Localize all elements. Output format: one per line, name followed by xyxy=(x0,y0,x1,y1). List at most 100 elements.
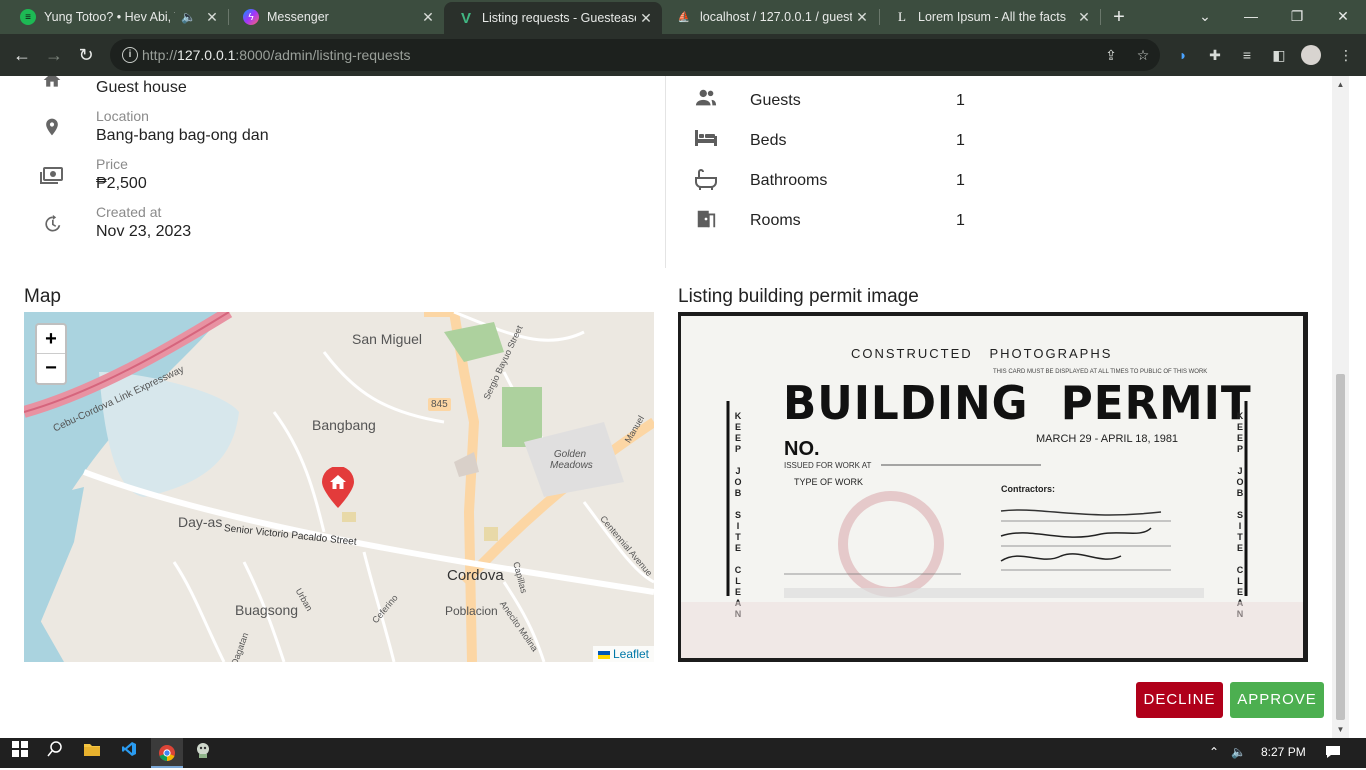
browser-edge xyxy=(1349,76,1366,738)
url-text[interactable]: http://127.0.0.1:8000/admin/listing-requ… xyxy=(142,47,411,63)
map-attribution[interactable]: Leaflet xyxy=(592,646,654,662)
restore-button[interactable]: ❐ xyxy=(1274,0,1320,34)
location-map[interactable]: San Miguel Bangbang 845 Sergio Bayuo Str… xyxy=(24,312,654,662)
location-pin-icon xyxy=(40,116,64,140)
bookmark-star-icon[interactable]: ☆ xyxy=(1134,46,1152,64)
search-icon[interactable] xyxy=(43,741,67,765)
tab-search-icon[interactable]: ⌄ xyxy=(1182,0,1228,34)
windows-start-icon[interactable] xyxy=(8,741,32,765)
amenity-name: Guests xyxy=(750,92,801,109)
tab-label: localhost / 127.0.0.1 / guest xyxy=(700,10,852,24)
tab-phpmyadmin[interactable]: ⛵ localhost / 127.0.0.1 / guest ✕ xyxy=(662,0,878,34)
minimize-button[interactable]: — xyxy=(1228,0,1274,34)
bathtub-icon xyxy=(694,168,718,192)
share-icon[interactable]: ⇪ xyxy=(1102,46,1120,64)
approve-button[interactable]: APPROVE xyxy=(1230,682,1324,718)
lorem-icon: L xyxy=(898,9,906,24)
vscode-icon[interactable] xyxy=(117,741,141,765)
close-icon[interactable]: ✕ xyxy=(202,9,222,26)
browser-menu-icon[interactable]: ⋮ xyxy=(1336,45,1356,65)
phpmyadmin-icon: ⛵ xyxy=(677,11,691,23)
history-icon xyxy=(40,214,64,238)
vue-icon: V xyxy=(460,9,471,27)
extensions-puzzle-icon[interactable]: ✚ xyxy=(1205,45,1225,65)
bed-icon xyxy=(694,128,718,152)
clock-time[interactable]: 8:27 PM xyxy=(1261,745,1306,759)
extension-wave-icon[interactable]: ◗ xyxy=(1173,45,1193,65)
door-icon xyxy=(694,208,718,232)
scroll-down-arrow-icon[interactable]: ▼ xyxy=(1336,725,1345,734)
cash-icon xyxy=(40,166,64,190)
map-label: Golden Meadows xyxy=(550,449,593,471)
tab-listing-requests[interactable]: V Listing requests - Guestease ✕ xyxy=(444,2,662,34)
listing-type-value: Guest house xyxy=(96,79,187,96)
volume-icon[interactable]: 🔈 xyxy=(1231,745,1246,759)
close-icon[interactable]: ✕ xyxy=(418,9,438,26)
amenity-rooms: Rooms 1 xyxy=(694,208,994,232)
site-info-icon[interactable]: i xyxy=(122,47,138,63)
amenity-bathrooms: Bathrooms 1 xyxy=(694,168,994,192)
messenger-icon: ϟ xyxy=(243,9,259,25)
scrollbar-thumb[interactable] xyxy=(1336,374,1345,720)
amenity-name: Bathrooms xyxy=(750,172,828,189)
file-explorer-icon[interactable] xyxy=(80,741,104,765)
notifications-icon[interactable] xyxy=(1325,745,1341,762)
reload-button[interactable]: ↻ xyxy=(74,43,98,67)
tray-chevron-icon[interactable]: ⌃ xyxy=(1209,745,1219,759)
new-tab-button[interactable]: + xyxy=(1108,6,1130,28)
browser-tab-bar: ≡ Yung Totoo? • Hev Abi, T 🔈 ✕ ϟ Messeng… xyxy=(0,0,1366,34)
media-control-icon[interactable]: ≡ xyxy=(1237,45,1257,65)
map-label: Cordova xyxy=(447,567,504,584)
created-value: Nov 23, 2023 xyxy=(96,223,192,240)
tab-label: Lorem Ipsum - All the facts xyxy=(918,10,1066,24)
profile-avatar[interactable] xyxy=(1301,45,1321,65)
scroll-up-arrow-icon[interactable]: ▲ xyxy=(1336,80,1345,89)
people-icon xyxy=(694,88,718,112)
page-scrollbar[interactable]: ▲ ▼ xyxy=(1332,76,1349,738)
zoom-in-button[interactable]: + xyxy=(37,325,65,354)
price-label: Price xyxy=(96,156,128,172)
forward-button[interactable]: → xyxy=(42,43,66,67)
decline-button[interactable]: DECLINE xyxy=(1136,682,1223,718)
map-road-shield: 845 xyxy=(428,398,451,411)
close-icon[interactable]: ✕ xyxy=(852,9,872,26)
location-marker-icon[interactable] xyxy=(321,466,355,514)
close-icon[interactable]: ✕ xyxy=(636,10,656,27)
map-label: Poblacion xyxy=(445,604,498,618)
ukraine-flag-icon xyxy=(597,650,610,659)
speaker-icon[interactable]: 🔈 xyxy=(181,10,196,24)
permit-decorations xyxy=(681,401,1303,658)
map-label: Bangbang xyxy=(312,417,376,433)
tab-label: Listing requests - Guestease xyxy=(482,11,636,25)
permit-image-title: Listing building permit image xyxy=(678,286,919,307)
map-title: Map xyxy=(24,286,61,307)
spotify-icon: ≡ xyxy=(20,9,36,25)
close-icon[interactable]: ✕ xyxy=(1074,9,1094,26)
side-panel-icon[interactable]: ◧ xyxy=(1269,45,1289,65)
amenity-beds: Beds 1 xyxy=(694,128,994,152)
listing-request-page: Guest house Location Bang-bang bag-ong d… xyxy=(0,76,1332,738)
close-window-button[interactable]: ✕ xyxy=(1320,0,1366,34)
zoom-out-button[interactable]: − xyxy=(37,354,65,383)
app-figure-icon[interactable] xyxy=(191,741,215,765)
back-button[interactable]: ← xyxy=(10,43,34,67)
tab-divider xyxy=(1100,9,1101,25)
home-icon xyxy=(40,76,64,94)
amenity-value: 1 xyxy=(956,212,965,229)
tab-messenger[interactable]: ϟ Messenger ✕ xyxy=(229,0,444,34)
building-permit-image: CONSTRUCTED PHOTOGRAPHS THIS CARD MUST B… xyxy=(678,312,1308,662)
tab-lorem-ipsum[interactable]: L Lorem Ipsum - All the facts ✕ xyxy=(880,0,1100,34)
tab-spotify[interactable]: ≡ Yung Totoo? • Hev Abi, T 🔈 ✕ xyxy=(6,0,228,34)
map-label: San Miguel xyxy=(352,331,423,347)
browser-toolbar: ← → ↻ i http://127.0.0.1:8000/admin/list… xyxy=(0,34,1366,76)
amenity-name: Rooms xyxy=(750,212,801,229)
map-label: Buagsong xyxy=(235,602,299,618)
tab-label: Yung Totoo? • Hev Abi, T xyxy=(44,10,176,24)
location-value: Bang-bang bag-ong dan xyxy=(96,127,269,144)
amenity-value: 1 xyxy=(956,92,965,109)
amenity-name: Beds xyxy=(750,132,787,149)
map-zoom-control: + − xyxy=(35,323,67,385)
amenity-value: 1 xyxy=(956,172,965,189)
address-bar[interactable]: i http://127.0.0.1:8000/admin/listing-re… xyxy=(110,39,1160,71)
chrome-icon[interactable] xyxy=(151,738,183,768)
